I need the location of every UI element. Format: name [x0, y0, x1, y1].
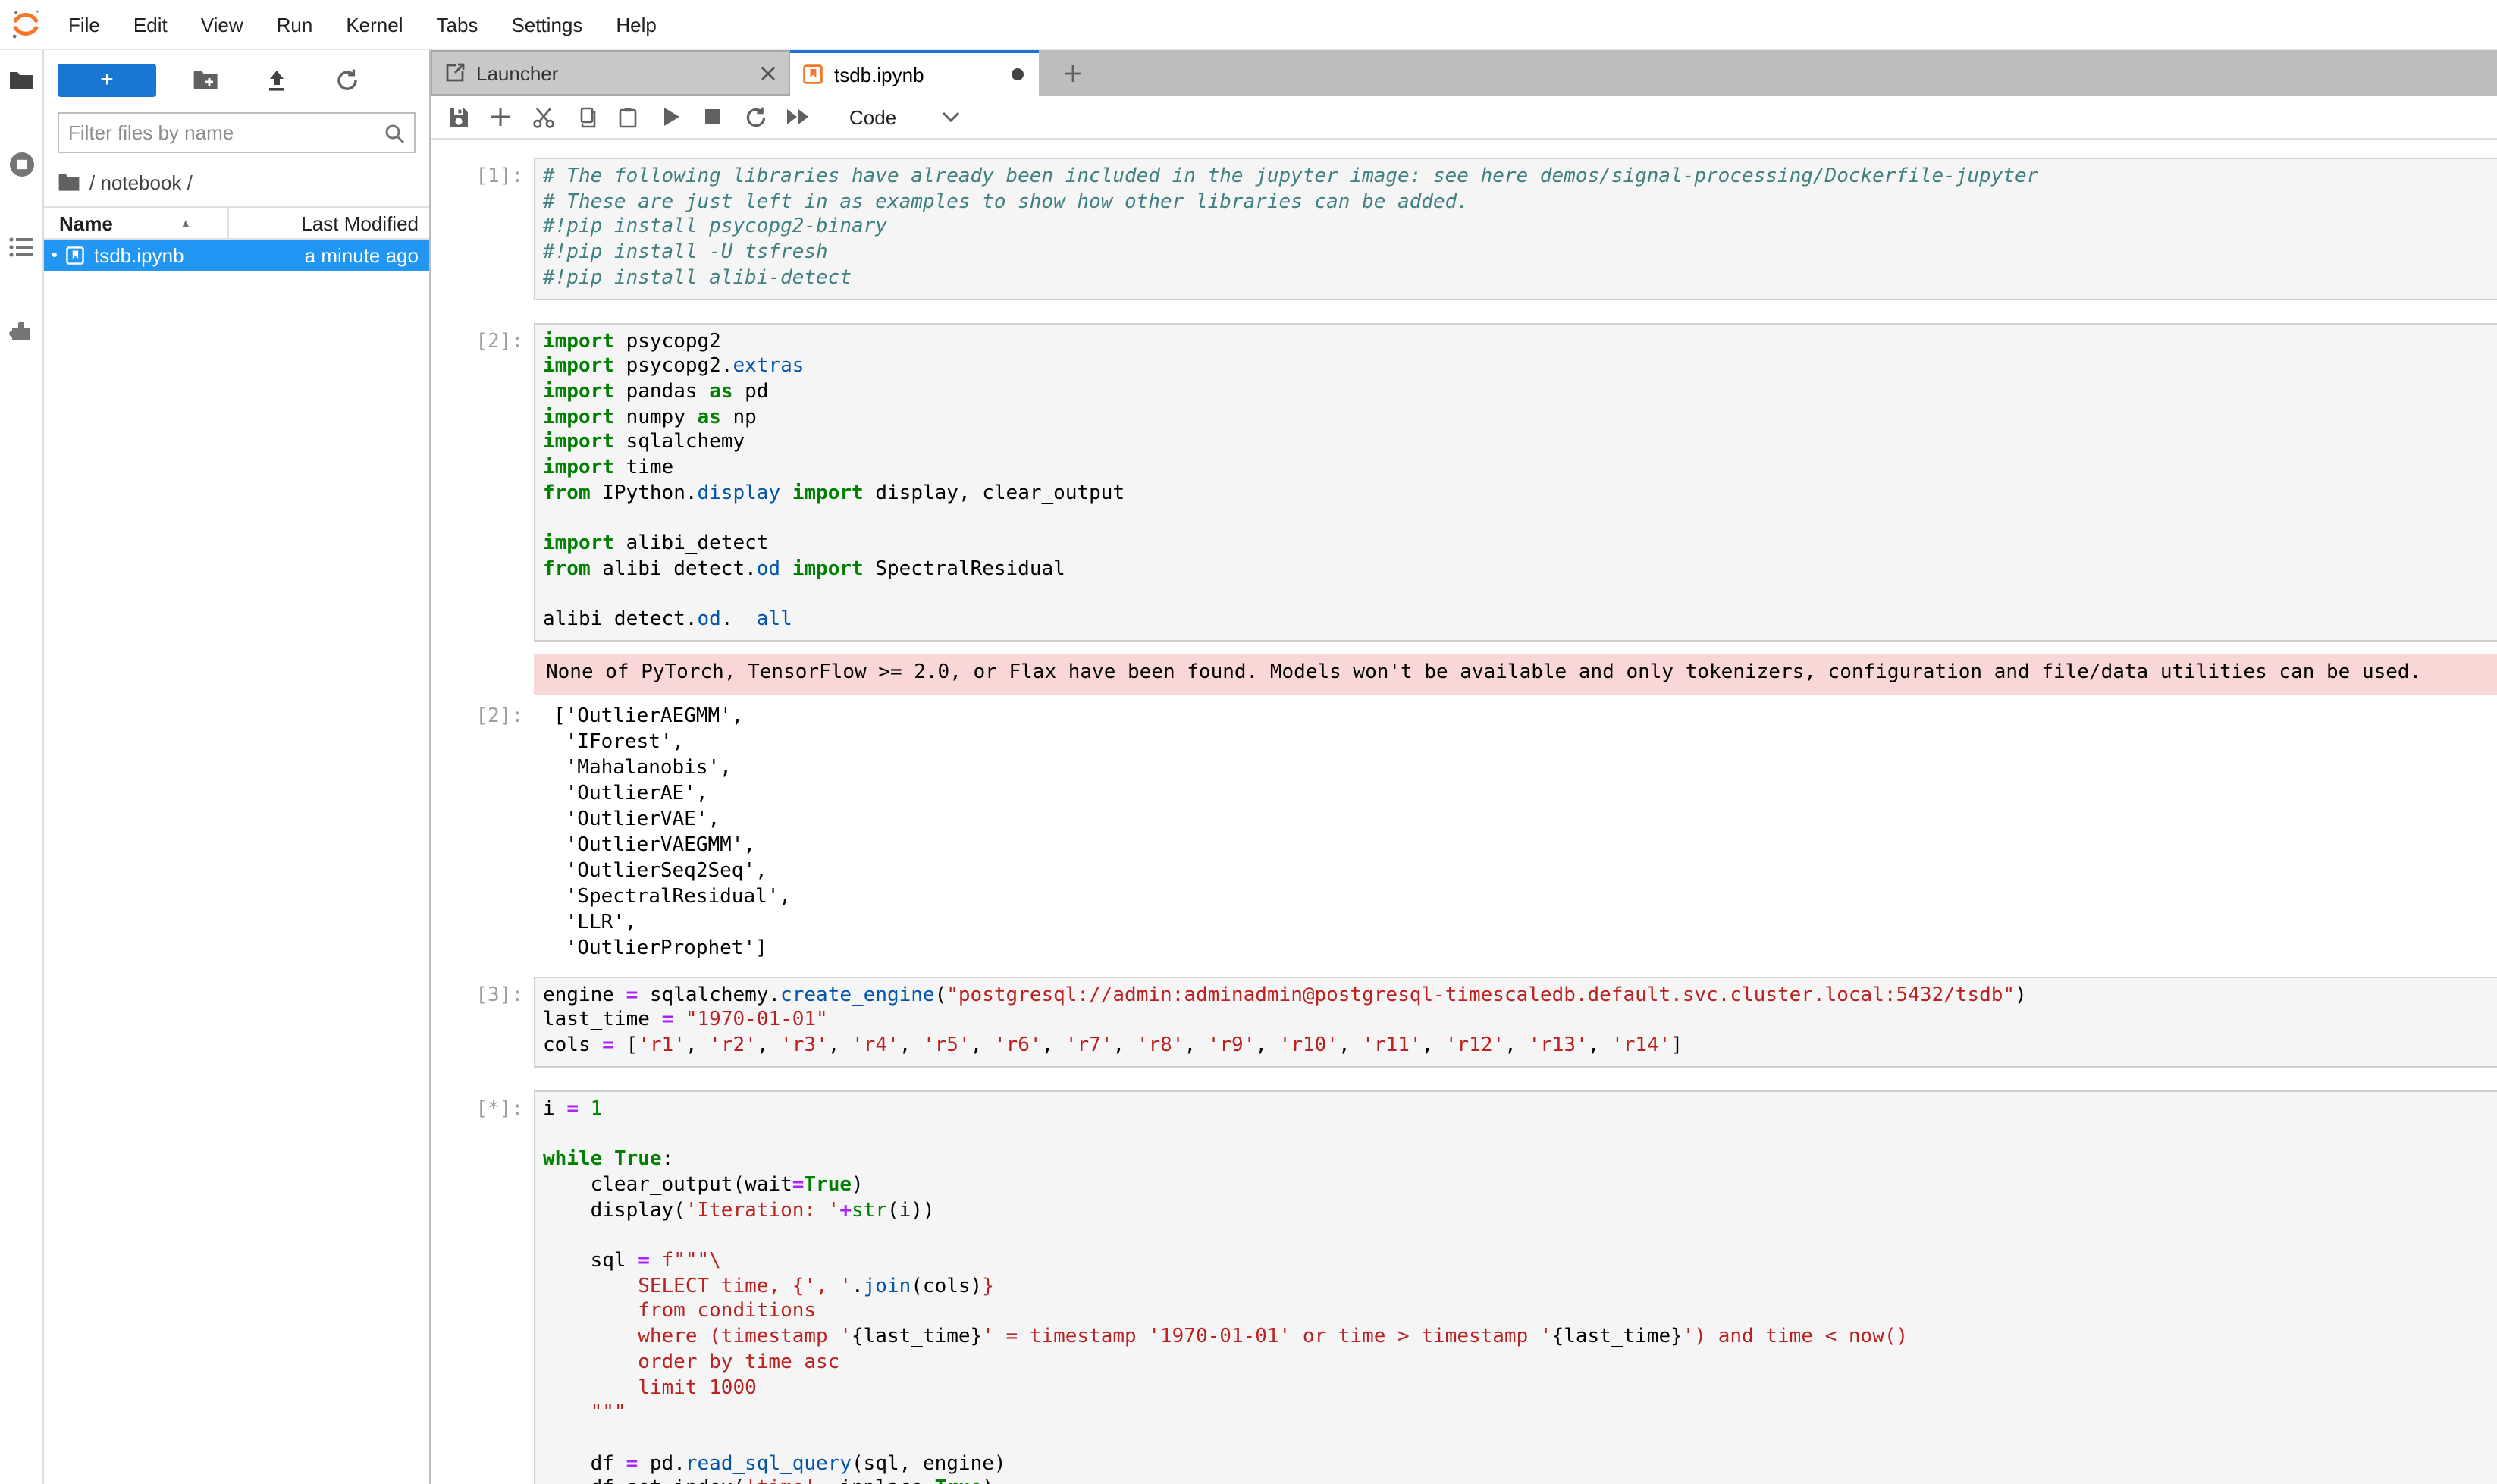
new-folder-icon[interactable] [182, 64, 227, 95]
menu-tabs[interactable]: Tabs [420, 13, 495, 36]
tab-tsdb-notebook[interactable]: tsdb.ipynb [790, 50, 1039, 96]
tab-launcher[interactable]: Launcher [431, 50, 790, 96]
notebook-scroll-area[interactable]: [1]:# The following libraries have alrea… [431, 140, 2497, 1484]
notebook-cells: [1]:# The following libraries have alrea… [431, 158, 2497, 1484]
cell-type-dropdown[interactable]: Code [849, 105, 960, 128]
breadcrumb[interactable]: / notebook / [44, 153, 429, 206]
restart-run-all-button[interactable] [776, 99, 819, 135]
paste-cells-button[interactable] [607, 99, 649, 135]
stderr-text: None of PyTorch, TensorFlow >= 2.0, or F… [534, 654, 2497, 694]
menu-file[interactable]: File [52, 13, 117, 36]
notebook-icon [65, 246, 85, 265]
launcher-icon [444, 62, 466, 83]
code-cell[interactable]: [3]:engine = sqlalchemy.create_engine("p… [431, 976, 2497, 1067]
cell-editor[interactable]: engine = sqlalchemy.create_engine("postg… [534, 976, 2497, 1067]
kernel-running-indicator: ● [44, 240, 65, 271]
jupyterlab-window: File Edit View Run Kernel Tabs Settings … [0, 0, 2497, 1484]
file-row[interactable]: ● tsdb.ipynba minute ago [44, 240, 429, 271]
code-cell[interactable]: [*]:i = 1 while True: clear_output(wait=… [431, 1090, 2497, 1484]
filter-files-box [58, 112, 416, 153]
menu-settings[interactable]: Settings [494, 13, 599, 36]
sort-ascending-icon: ▲ [180, 216, 192, 230]
execute-result: [2]:['OutlierAEGMM', 'IForest', 'Mahalan… [431, 700, 2497, 961]
chevron-down-icon [942, 111, 960, 123]
menu-kernel[interactable]: Kernel [329, 13, 419, 36]
output-prompt-empty [431, 654, 534, 694]
input-prompt: [3]: [431, 976, 534, 1067]
column-name[interactable]: Name [44, 212, 113, 234]
run-button[interactable] [649, 99, 692, 135]
breadcrumb-path: / notebook / [89, 171, 193, 194]
menu-view[interactable]: View [184, 13, 260, 36]
file-list: ● tsdb.ipynba minute ago [44, 240, 429, 271]
dock-panel: Launcher tsdb.ipynb [431, 50, 2497, 1484]
unsaved-changes-indicator[interactable] [1012, 68, 1024, 80]
save-button[interactable] [437, 99, 479, 135]
new-launcher-button[interactable]: + [58, 63, 156, 96]
file-modified: a minute ago [305, 244, 429, 267]
cut-cells-button[interactable] [522, 99, 564, 135]
menu-run[interactable]: Run [260, 13, 330, 36]
output-prompt: [2]: [431, 700, 534, 961]
sidebar-icon-strip [0, 50, 44, 1484]
file-browser-toolbar: + [44, 50, 429, 99]
running-sessions-icon[interactable] [6, 149, 36, 179]
menu-edit[interactable]: Edit [117, 13, 184, 36]
home-folder-icon[interactable] [58, 173, 80, 193]
tab-bar: Launcher tsdb.ipynb [431, 50, 2497, 96]
file-browser-panel: + / notebook / [44, 50, 431, 1484]
stderr-output: None of PyTorch, TensorFlow >= 2.0, or F… [431, 654, 2497, 694]
cell-editor[interactable]: # The following libraries have already b… [534, 158, 2497, 300]
search-icon [384, 122, 405, 143]
tab-label: Launcher [476, 61, 749, 84]
filter-files-input[interactable] [59, 121, 384, 144]
cell-editor[interactable]: i = 1 while True: clear_output(wait=True… [534, 1090, 2497, 1484]
column-last-modified[interactable]: Last Modified [230, 212, 429, 234]
add-cell-button[interactable] [479, 99, 522, 135]
new-tab-button[interactable] [1052, 50, 1092, 96]
file-browser-icon[interactable] [6, 65, 36, 96]
menu-help[interactable]: Help [599, 13, 673, 36]
upload-icon[interactable] [253, 64, 299, 95]
refresh-icon[interactable] [325, 64, 370, 95]
file-list-header: Name ▲ Last Modified [44, 206, 429, 240]
input-prompt: [1]: [431, 158, 534, 300]
cell-type-value: Code [849, 105, 896, 128]
extension-manager-icon[interactable] [6, 315, 36, 346]
notebook-icon [802, 64, 823, 85]
output-text: ['OutlierAEGMM', 'IForest', 'Mahalanobis… [534, 700, 2497, 961]
code-cell[interactable]: [2]:import psycopg2import psycopg2.extra… [431, 322, 2497, 642]
jupyter-logo [0, 8, 52, 41]
close-icon[interactable] [760, 64, 776, 81]
copy-cells-button[interactable] [564, 99, 607, 135]
notebook-toolbar: Code [431, 96, 2497, 140]
table-of-contents-icon[interactable] [6, 232, 36, 262]
input-prompt: [*]: [431, 1090, 534, 1484]
menu-bar: File Edit View Run Kernel Tabs Settings … [0, 0, 2497, 50]
code-cell[interactable]: [1]:# The following libraries have alrea… [431, 158, 2497, 300]
cell-editor[interactable]: import psycopg2import psycopg2.extrasimp… [534, 322, 2497, 642]
file-name: tsdb.ipynb [94, 244, 305, 267]
restart-kernel-button[interactable] [734, 99, 776, 135]
tab-label: tsdb.ipynb [834, 63, 1001, 86]
input-prompt: [2]: [431, 322, 534, 642]
stop-button[interactable] [692, 99, 734, 135]
